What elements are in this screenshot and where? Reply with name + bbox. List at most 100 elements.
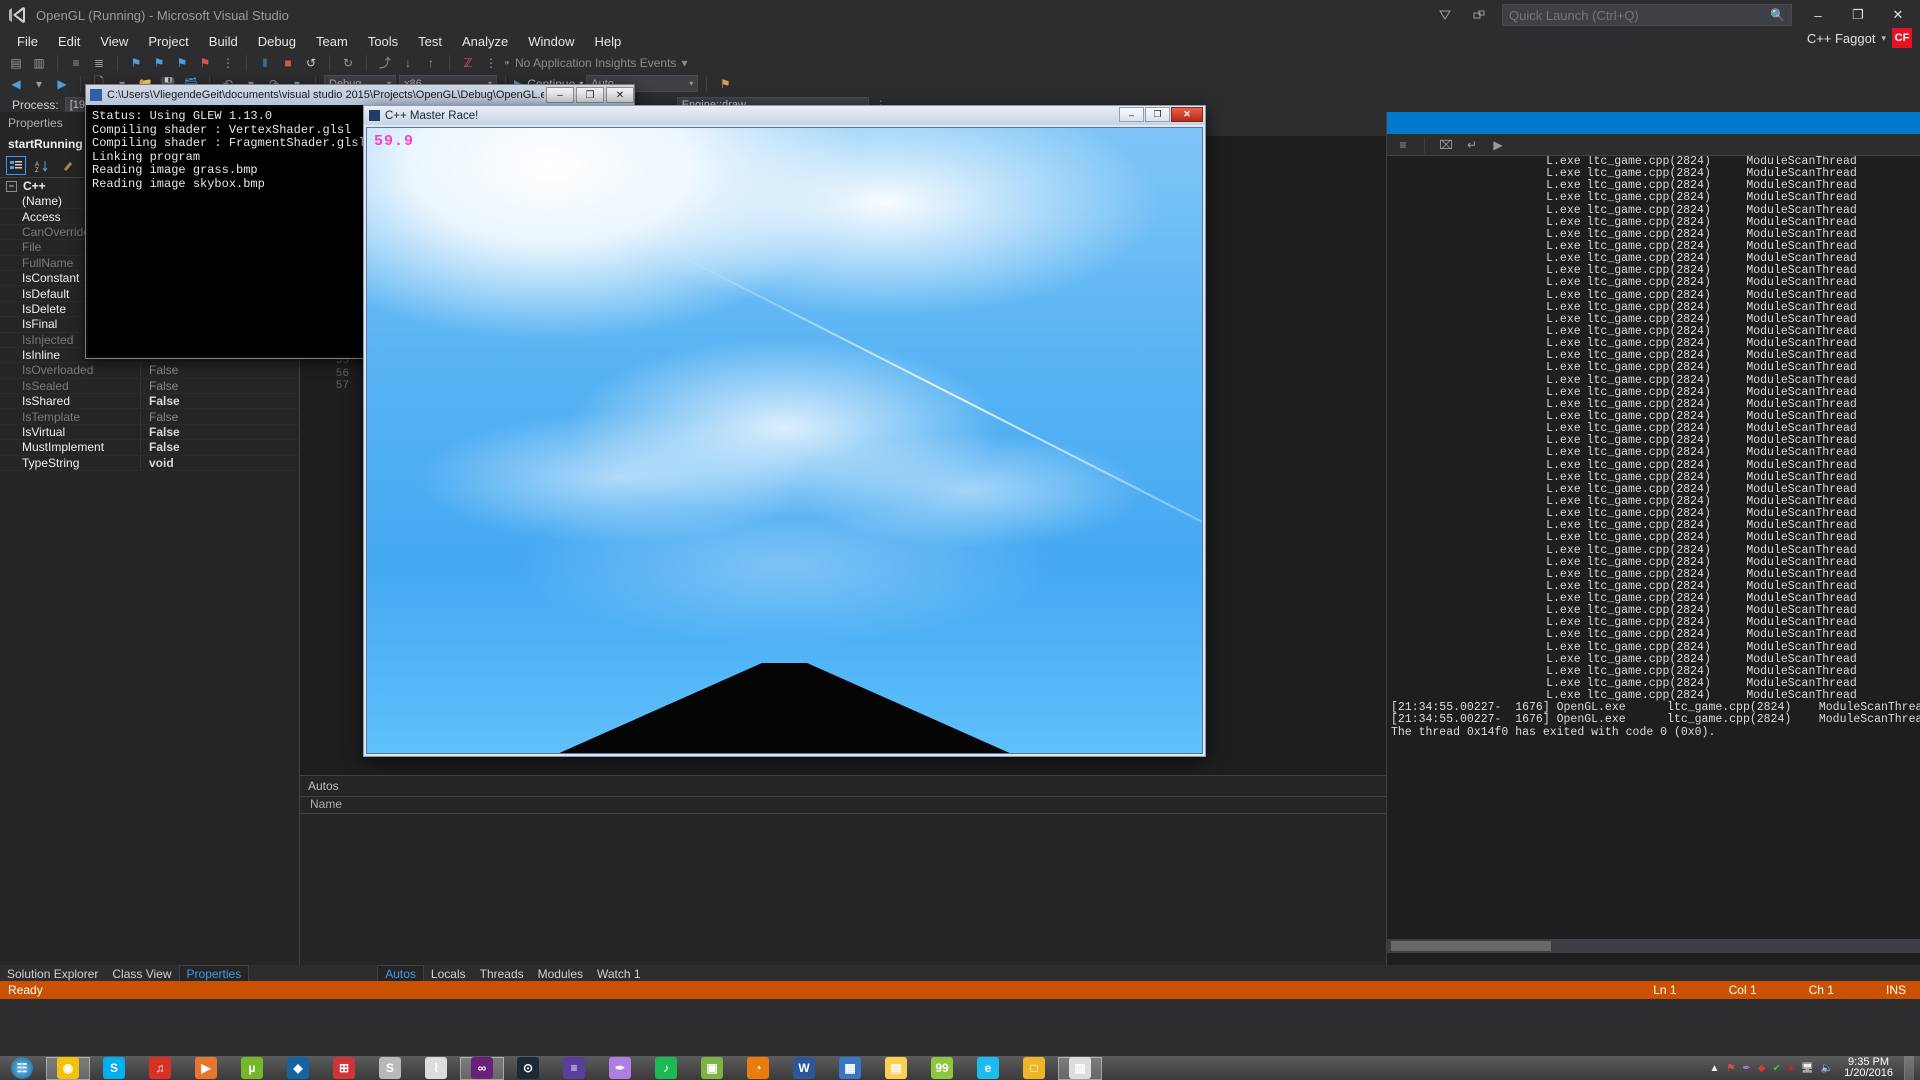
taskbar-item-spotify[interactable]: ♪: [644, 1057, 688, 1080]
close-button[interactable]: ✕: [1884, 3, 1912, 27]
taskbar-item-discord[interactable]: ≡: [552, 1057, 596, 1080]
property-value[interactable]: False: [140, 440, 299, 455]
app-insights-status[interactable]: ⁍ No Application Insights Events ▾: [504, 56, 687, 70]
property-row[interactable]: TypeString void: [0, 455, 299, 472]
output-row[interactable]: L.exe ltc_game.cpp(2824) ModuleScanThread: [1387, 362, 1920, 374]
console-title-bar[interactable]: C:\Users\VliegendeGeit\documents\visual …: [86, 85, 634, 105]
alphabetical-sort-icon[interactable]: AZ: [32, 156, 52, 175]
comment-icon[interactable]: ▤: [6, 54, 26, 72]
next-bookmark-icon[interactable]: ⚑: [149, 54, 169, 72]
property-value[interactable]: False: [140, 394, 299, 409]
output-tab-strip[interactable]: [1387, 112, 1920, 134]
output-row[interactable]: L.exe ltc_game.cpp(2824) ModuleScanThread: [1387, 544, 1920, 557]
menu-item-team[interactable]: Team: [307, 32, 357, 51]
output-row[interactable]: L.exe ltc_game.cpp(2824) ModuleScanThread: [1387, 289, 1920, 302]
taskbar-item-vlc-player[interactable]: ▶: [184, 1057, 228, 1080]
taskbar-item-visual-studio[interactable]: ∞: [460, 1056, 504, 1080]
chevron-down-icon[interactable]: ▾: [681, 56, 687, 70]
output-row[interactable]: L.exe ltc_game.cpp(2824) ModuleScanThread: [1387, 459, 1920, 472]
taskbar-item-steam[interactable]: ⊙: [506, 1057, 550, 1080]
output-row[interactable]: L.exe ltc_game.cpp(2824) ModuleScanThread: [1387, 374, 1920, 387]
monitor-icon[interactable]: 🖥: [1801, 1063, 1814, 1074]
console-maximize-button[interactable]: ❐: [576, 87, 604, 103]
taskbar-item-skype[interactable]: S: [92, 1057, 136, 1080]
taskbar-item-malwarebytes[interactable]: ◆: [276, 1057, 320, 1080]
console-close-button[interactable]: ✕: [606, 87, 634, 103]
step-into-icon[interactable]: ↓: [398, 54, 418, 72]
menu-item-tools[interactable]: Tools: [359, 32, 407, 51]
property-row[interactable]: IsSealed False: [0, 378, 299, 395]
previous-bookmark-icon[interactable]: ⚑: [172, 54, 192, 72]
output-row[interactable]: L.exe ltc_game.cpp(2824) ModuleScanThread: [1387, 471, 1920, 484]
taskbar-item-internet-explorer[interactable]: e: [966, 1057, 1010, 1080]
property-value[interactable]: void: [140, 455, 299, 470]
taskbar-item-blue-app[interactable]: ▦: [828, 1057, 872, 1080]
search-icon[interactable]: 🔍: [1770, 8, 1785, 22]
property-value[interactable]: False: [140, 409, 299, 424]
clear-all-icon[interactable]: ⌧: [1436, 136, 1456, 154]
outdent-icon[interactable]: ≣: [89, 54, 109, 72]
red-shield-icon[interactable]: ◆: [1758, 1063, 1766, 1074]
menu-item-build[interactable]: Build: [200, 32, 247, 51]
stop-debugging-icon[interactable]: ■: [278, 54, 298, 72]
taskbar-item-chrome[interactable]: ◉: [46, 1056, 90, 1080]
show-next-statement-icon[interactable]: ↻: [338, 54, 358, 72]
quick-launch-input[interactable]: [1509, 7, 1771, 23]
tab-watch1[interactable]: Watch 1: [590, 967, 648, 981]
taskbar-clock[interactable]: 9:35 PM 1/20/2016: [1840, 1057, 1897, 1079]
menu-item-file[interactable]: File: [8, 32, 47, 51]
taskbar-item-word[interactable]: W: [782, 1057, 826, 1080]
forward-arrow-icon[interactable]: ▶: [52, 75, 72, 93]
go-to-message-icon[interactable]: ▶: [1488, 136, 1508, 154]
tab-solution-explorer[interactable]: Solution Explorer: [0, 967, 105, 981]
restart-icon[interactable]: ↺: [301, 54, 321, 72]
property-pages-icon[interactable]: [58, 156, 78, 175]
insights-overflow-icon[interactable]: ⋮: [481, 54, 501, 72]
output-row[interactable]: L.exe ltc_game.cpp(2824) ModuleScanThread: [1387, 641, 1920, 654]
find-icon[interactable]: ⚑: [715, 75, 735, 93]
output-row[interactable]: L.exe ltc_game.cpp(2824) ModuleScanThread: [1387, 447, 1920, 459]
collapse-icon[interactable]: −: [6, 180, 17, 192]
categorized-icon[interactable]: [6, 156, 26, 175]
chevron-down-icon[interactable]: ▾: [1881, 33, 1886, 44]
menu-item-window[interactable]: Window: [519, 32, 583, 51]
output-row[interactable]: L.exe ltc_game.cpp(2824) ModuleScanThread: [1387, 556, 1920, 569]
bookmark-overflow-icon[interactable]: ⋮: [218, 54, 238, 72]
menu-item-view[interactable]: View: [91, 32, 137, 51]
step-out-icon[interactable]: ↑: [421, 54, 441, 72]
clear-bookmarks-icon[interactable]: ⚑: [195, 54, 215, 72]
output-row[interactable]: L.exe ltc_game.cpp(2824) ModuleScanThread: [1387, 204, 1920, 217]
opengl-canvas[interactable]: 59.9: [366, 127, 1203, 754]
opengl-maximize-button[interactable]: ❐: [1145, 107, 1170, 122]
output-row[interactable]: L.exe ltc_game.cpp(2824) ModuleScanThread: [1387, 386, 1920, 399]
scrollbar-thumb[interactable]: [1391, 941, 1551, 951]
tab-properties[interactable]: Properties: [178, 965, 250, 982]
avatar[interactable]: CF: [1892, 28, 1912, 48]
property-row[interactable]: IsShared False: [0, 394, 299, 410]
property-value[interactable]: False: [140, 378, 299, 393]
chevron-down-icon[interactable]: ▾: [29, 75, 49, 93]
insights-icon[interactable]: ℤ: [458, 54, 478, 72]
property-value[interactable]: False: [140, 363, 299, 378]
taskbar-item-feather-editor[interactable]: ✒: [598, 1057, 642, 1080]
taskbar-item-minecraft[interactable]: ▣: [690, 1057, 734, 1080]
output-row[interactable]: L.exe ltc_game.cpp(2824) ModuleScanThread: [1387, 301, 1920, 314]
taskbar-item-calculator[interactable]: ▥: [1058, 1056, 1102, 1080]
opengl-render-window[interactable]: C++ Master Race! – ❐ ✕ 59.9: [363, 105, 1206, 757]
tab-modules[interactable]: Modules: [531, 967, 590, 981]
quick-launch-box[interactable]: 🔍: [1502, 4, 1792, 26]
output-row[interactable]: L.exe ltc_game.cpp(2824) ModuleScanThread: [1387, 629, 1920, 641]
volume-icon[interactable]: 🔈: [1821, 1063, 1833, 1074]
property-row[interactable]: IsOverloaded False: [0, 363, 299, 379]
red-ball-icon[interactable]: ●: [1788, 1063, 1794, 1074]
tab-autos[interactable]: Autos: [377, 965, 424, 982]
property-value[interactable]: False: [140, 425, 299, 440]
property-row[interactable]: IsTemplate False: [0, 409, 299, 425]
taskbar-item-folder[interactable]: □: [1012, 1057, 1056, 1080]
taskbar-item-sublime-text[interactable]: S: [368, 1057, 412, 1080]
taskbar-item-microsoft-office[interactable]: ⊞: [322, 1057, 366, 1080]
tab-locals[interactable]: Locals: [424, 967, 473, 981]
windows-start-icon[interactable]: ☷: [0, 1057, 44, 1080]
purple-feather-icon[interactable]: ✒: [1742, 1063, 1750, 1074]
menu-item-debug[interactable]: Debug: [249, 32, 305, 51]
